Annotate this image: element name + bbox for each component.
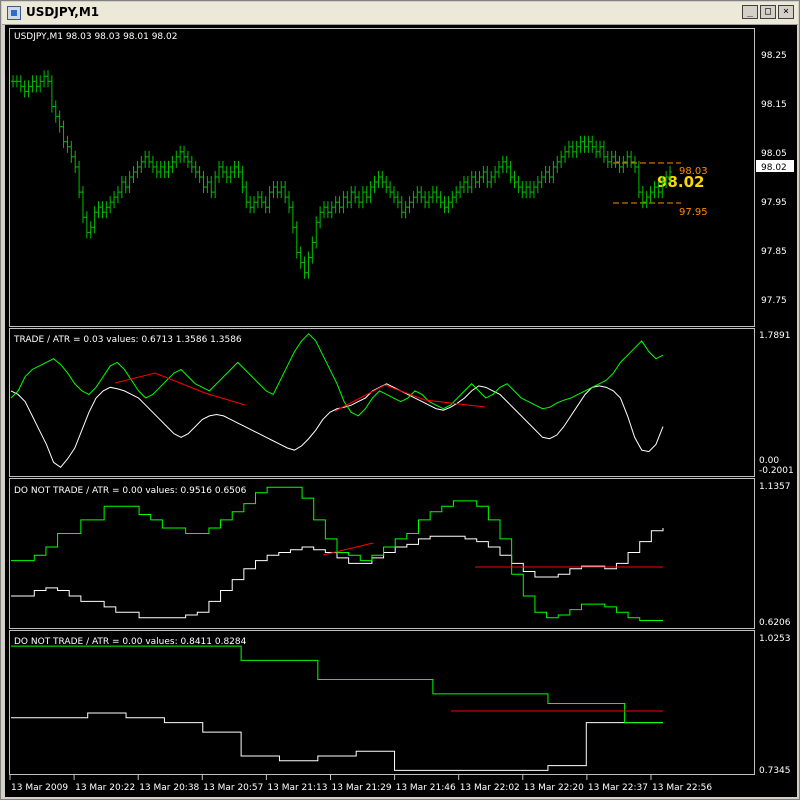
panel3-header: DO NOT TRADE / ATR = 0.00 values: 0.8411… [14, 637, 247, 647]
time-label: 13 Mar 22:02 [460, 783, 520, 793]
minimize-button[interactable]: _ [742, 5, 758, 19]
panel3-frame [9, 630, 755, 775]
time-label: 13 Mar 22:56 [652, 783, 712, 793]
time-label: 13 Mar 21:13 [267, 783, 327, 793]
price-tick: 98.25 [761, 51, 787, 61]
current-price-label: 98.02 [761, 163, 787, 173]
time-label: 13 Mar 20:22 [75, 783, 135, 793]
panel1-axis-bottom: -0.2001 [759, 466, 794, 476]
panel2-header: DO NOT TRADE / ATR = 0.00 values: 0.9516… [14, 486, 247, 496]
price-tick: 97.95 [761, 198, 787, 208]
panel1-frame [9, 328, 755, 477]
trade-green-line [10, 333, 664, 417]
dnt2-white-line [11, 712, 663, 771]
trade-red-segment [334, 384, 486, 412]
time-label: 13 Mar 22:37 [588, 783, 648, 793]
window-title: USDJPY,M1 [26, 5, 100, 19]
dnt1-red-segment [322, 542, 374, 556]
panel3-axis-bottom: 0.7345 [759, 766, 791, 776]
maximize-button[interactable]: □ [760, 5, 776, 19]
panel2-axis-bottom: 0.6206 [759, 618, 791, 628]
panel3-axis-top: 1.0253 [759, 634, 791, 644]
chart-area[interactable]: USDJPY,M1 98.03 98.03 98.01 98.02 TRADE … [5, 25, 797, 797]
price-tick: 98.05 [761, 149, 787, 159]
main-chart-header: USDJPY,M1 98.03 98.03 98.01 98.02 [14, 32, 177, 42]
trade-red-segment [114, 372, 246, 406]
time-label: 13 Mar 2009 [11, 783, 68, 793]
close-button[interactable]: × [778, 5, 794, 19]
panel1-axis-mid: 0.00 [759, 456, 779, 466]
time-label: 13 Mar 21:46 [396, 783, 456, 793]
panel1-axis-top: 1.7891 [759, 331, 791, 341]
price-tick: 98.15 [761, 100, 787, 110]
window-controls: _ □ × [742, 5, 794, 19]
time-label: 13 Mar 20:57 [203, 783, 263, 793]
trade-white-line [10, 383, 664, 468]
chart-window-icon [7, 6, 21, 20]
terminal-window: USDJPY,M1 _ □ × USDJPY,M1 98.03 98.03 98… [0, 0, 800, 800]
price-tick: 97.85 [761, 247, 787, 257]
title-bar[interactable]: USDJPY,M1 _ □ × [2, 2, 798, 25]
lower-level-label: 97.95 [679, 207, 708, 218]
panel1-header: TRADE / ATR = 0.03 values: 0.6713 1.3586… [13, 335, 242, 345]
price-tick: 97.75 [761, 296, 787, 306]
time-label: 13 Mar 22:20 [524, 783, 584, 793]
panel2-frame [9, 478, 755, 629]
chart-canvas[interactable]: USDJPY,M1 98.03 98.03 98.01 98.02 TRADE … [5, 25, 797, 797]
time-label: 13 Mar 20:38 [139, 783, 199, 793]
panel2-axis-top: 1.1357 [759, 482, 791, 492]
time-label: 13 Mar 21:29 [332, 783, 392, 793]
